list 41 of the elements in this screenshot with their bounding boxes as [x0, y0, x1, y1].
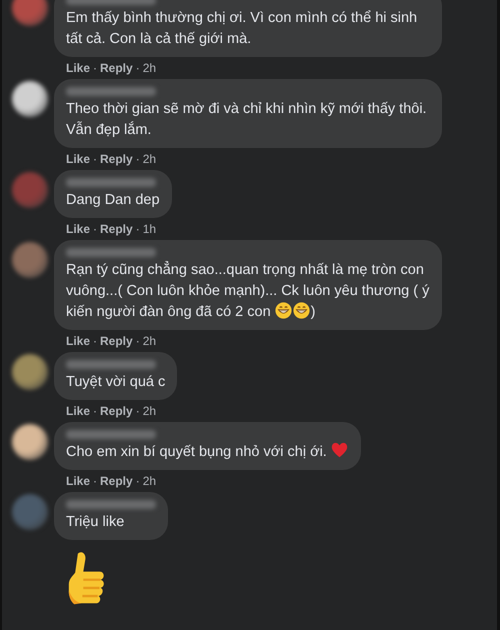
separator-dot: · [93, 60, 98, 76]
timestamp: 2h [142, 473, 156, 489]
comment-text: Dang Dan dep [66, 191, 160, 210]
like-link[interactable]: Like [66, 403, 90, 419]
reply-link[interactable]: Reply [100, 473, 133, 489]
comment-text: Em thấy bình thường chị ơi. Vì con mình có thể hi sinh tất cả. Con là cả thế giới mà. [66, 9, 418, 49]
like-link[interactable]: Like [66, 221, 90, 237]
like-link[interactable]: Like [66, 60, 90, 76]
comment-text: Rạn tý cũng chẳng sao...quan trọng nhất là mẹ tròn con vuông...( Con luôn khỏe mạnh)... Ck luôn yêu thương ( ý kiến người đàn ông đã có 2 con ) [66, 260, 430, 322]
separator-dot: · [136, 473, 140, 489]
separator-dot: · [93, 473, 98, 489]
reply-link[interactable]: Reply [100, 221, 133, 237]
timestamp: 2h [142, 403, 156, 419]
separator-dot: · [136, 221, 140, 237]
reply-link[interactable]: Reply [100, 60, 133, 76]
reply-link[interactable]: Reply [100, 151, 133, 167]
like-link[interactable]: Like [66, 333, 90, 349]
separator-dot: · [136, 151, 140, 167]
separator-dot: · [93, 333, 98, 349]
comment-text: Theo thời gian sẽ mờ đi và chỉ khi nhìn kỹ mới thấy thôi. Vẫn đẹp lắm. [66, 100, 428, 140]
reply-link[interactable]: Reply [100, 333, 133, 349]
separator-dot: · [136, 333, 140, 349]
comment-text: Triệu like [66, 513, 126, 532]
timestamp: 2h [142, 333, 156, 349]
comment-text: Tuyệt vời quá c [66, 373, 166, 392]
separator-dot: · [93, 221, 98, 237]
separator-dot: · [136, 60, 140, 76]
grinning-emoji-icon [292, 302, 310, 319]
separator-dot: · [93, 151, 98, 167]
separator-dot: · [136, 403, 140, 419]
comment-text: Cho em xin bí quyết bụng nhỏ với chị ới. [66, 442, 349, 463]
thumbs-up-sticker [67, 550, 105, 606]
timestamp: 2h [142, 60, 156, 76]
like-link[interactable]: Like [66, 473, 90, 489]
heart-icon [330, 442, 348, 459]
reply-link[interactable]: Reply [100, 403, 133, 419]
separator-dot: · [93, 403, 98, 419]
grinning-emoji-icon [274, 302, 292, 319]
like-link[interactable]: Like [66, 151, 90, 167]
timestamp: 1h [142, 221, 156, 237]
timestamp: 2h [142, 151, 156, 167]
